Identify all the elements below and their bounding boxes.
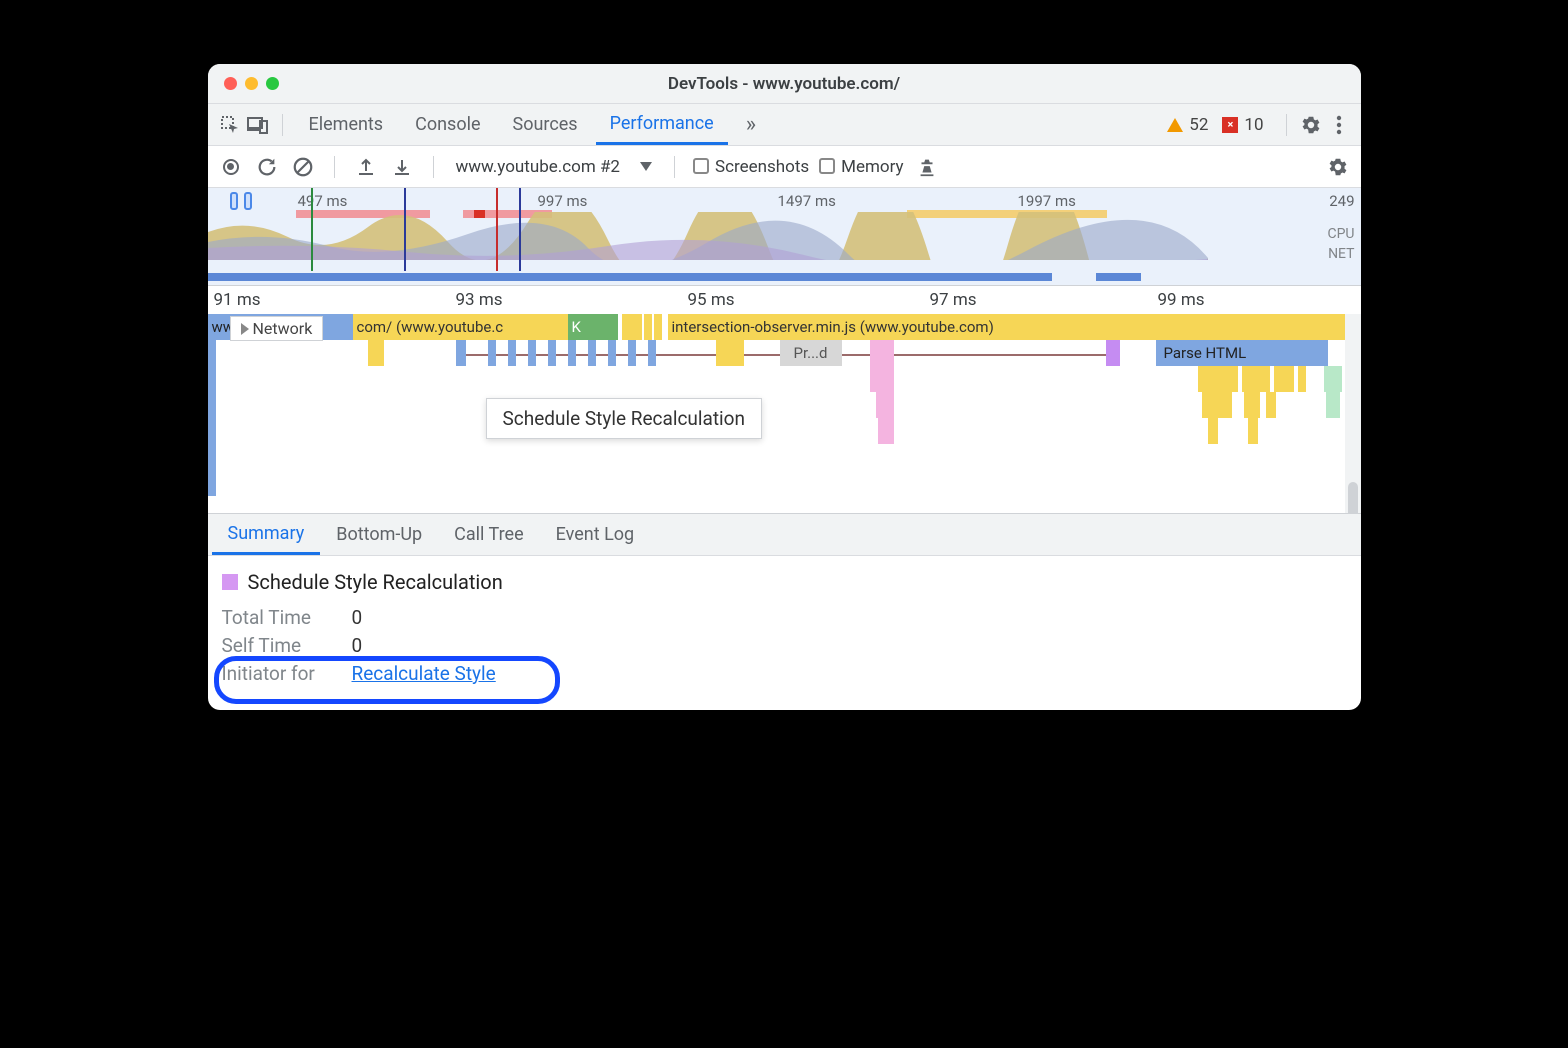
titlebar: DevTools - www.youtube.com/ — [208, 64, 1361, 104]
close-icon[interactable] — [224, 77, 237, 90]
track-row-5 — [208, 418, 1361, 444]
memory-checkbox[interactable]: Memory — [819, 157, 903, 177]
tab-call-tree[interactable]: Call Tree — [438, 514, 539, 555]
tab-event-log[interactable]: Event Log — [540, 514, 651, 555]
tab-sources[interactable]: Sources — [499, 104, 592, 145]
overview-side-labels: CPU NET — [1327, 224, 1354, 264]
download-icon[interactable] — [389, 154, 415, 180]
errors-count: 10 — [1244, 115, 1263, 135]
warnings-badge[interactable]: 52 — [1167, 115, 1208, 135]
panel-tabs: Elements Console Sources Performance 52 … — [208, 104, 1361, 146]
selection-handle-right[interactable] — [244, 192, 252, 210]
minimize-icon[interactable] — [245, 77, 258, 90]
collect-garbage-icon[interactable] — [914, 154, 940, 180]
maximize-icon[interactable] — [266, 77, 279, 90]
cpu-graph — [208, 212, 1208, 260]
track-row-7 — [208, 470, 1361, 496]
upload-icon[interactable] — [353, 154, 379, 180]
tab-elements[interactable]: Elements — [295, 104, 398, 145]
errors-badge[interactable]: × 10 — [1222, 115, 1263, 135]
record-button[interactable] — [218, 154, 244, 180]
perf-toolbar: www.youtube.com #2 Screenshots Memory — [208, 146, 1361, 188]
recording-name: www.youtube.com #2 — [456, 157, 620, 177]
more-tabs-icon[interactable] — [732, 104, 770, 145]
marker-blue2 — [519, 188, 521, 271]
marker-blue — [404, 188, 406, 271]
tab-console[interactable]: Console — [401, 104, 494, 145]
divider — [433, 156, 434, 178]
track-row-3 — [208, 366, 1361, 392]
perf-settings-icon[interactable] — [1325, 154, 1351, 180]
screenshots-checkbox[interactable]: Screenshots — [693, 157, 809, 177]
summary-pane: Schedule Style Recalculation Total Time … — [208, 556, 1361, 710]
row-self-time: Self Time 0 — [222, 634, 1347, 657]
tab-bottom-up[interactable]: Bottom-Up — [320, 514, 438, 555]
initiator-link[interactable]: Recalculate Style — [352, 662, 496, 685]
reload-button[interactable] — [254, 154, 280, 180]
track-row-4 — [208, 392, 1361, 418]
row-initiator-for: Initiator for Recalculate Style — [222, 662, 1347, 685]
divider — [334, 156, 335, 178]
devtools-window: DevTools - www.youtube.com/ Elements Con… — [208, 64, 1361, 710]
detail-timeline[interactable]: 91 ms 93 ms 95 ms 97 ms 99 ms Network ww… — [208, 286, 1361, 514]
block-youtube[interactable]: com/ (www.youtube.c — [353, 314, 568, 340]
bottom-tabs: Summary Bottom-Up Call Tree Event Log — [208, 514, 1361, 556]
warnings-count: 52 — [1189, 115, 1208, 135]
track-row-6 — [208, 444, 1361, 470]
block-intersection-observer[interactable]: intersection-observer.min.js (www.youtub… — [668, 314, 1345, 340]
device-icon[interactable] — [246, 113, 270, 137]
warning-icon — [1167, 118, 1183, 132]
track-row-2: Pr...d Parse HTML — [208, 340, 1361, 366]
divider — [282, 114, 283, 136]
tooltip: Schedule Style Recalculation — [486, 398, 762, 439]
net-bar — [208, 273, 1319, 281]
settings-icon[interactable] — [1299, 113, 1323, 137]
block-prd[interactable]: Pr...d — [780, 340, 842, 366]
chevron-down-icon — [640, 162, 652, 171]
block-parse-html[interactable]: Parse HTML — [1156, 340, 1328, 366]
tab-performance[interactable]: Performance — [596, 104, 728, 145]
track-row-1: www com/ (www.youtube.c K intersection-o… — [208, 314, 1361, 340]
window-title: DevTools - www.youtube.com/ — [208, 74, 1361, 94]
recording-selector[interactable]: www.youtube.com #2 — [452, 157, 656, 177]
selection-handle-left[interactable] — [230, 192, 238, 210]
error-icon: × — [1222, 117, 1238, 133]
chevron-right-icon — [241, 323, 249, 335]
block-schedule-target[interactable] — [1106, 340, 1120, 366]
tab-summary[interactable]: Summary — [212, 514, 321, 555]
divider — [674, 156, 675, 178]
row-total-time: Total Time 0 — [222, 606, 1347, 629]
event-color-swatch — [222, 574, 238, 590]
divider — [1286, 114, 1287, 136]
clear-button[interactable] — [290, 154, 316, 180]
network-track-toggle[interactable]: Network — [230, 316, 324, 341]
detail-ruler: 91 ms 93 ms 95 ms 97 ms 99 ms — [208, 286, 1361, 314]
traffic-lights — [208, 77, 279, 90]
marker-green — [311, 188, 313, 271]
kebab-icon[interactable] — [1327, 113, 1351, 137]
block-k[interactable]: K — [568, 314, 586, 340]
inspect-icon[interactable] — [218, 113, 242, 137]
marker-red — [496, 188, 498, 271]
summary-title: Schedule Style Recalculation — [222, 570, 1347, 594]
overview-timeline[interactable]: 497 ms 997 ms 1497 ms 1997 ms 249 — [208, 188, 1361, 286]
